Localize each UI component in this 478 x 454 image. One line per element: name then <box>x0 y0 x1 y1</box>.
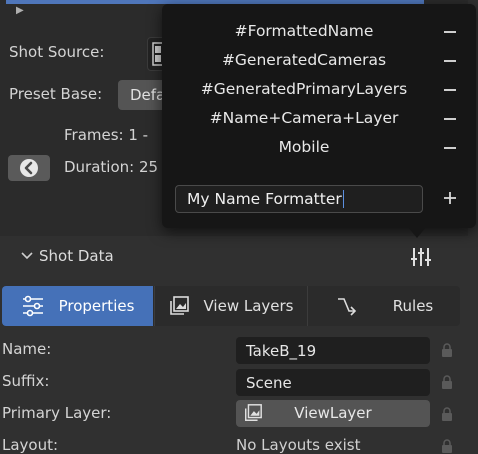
name-value: TakeB_19 <box>246 341 317 360</box>
tab-bar: Properties View Layers Rules <box>2 286 460 326</box>
popup-item-mobile[interactable]: Mobile <box>162 138 446 156</box>
lock-icon[interactable] <box>441 439 453 453</box>
primary-layer-button[interactable]: ViewLayer <box>236 400 430 427</box>
image-stack-icon <box>169 296 189 315</box>
chevron-down-icon <box>21 252 33 260</box>
shot-data-header[interactable]: Shot Data <box>20 247 114 265</box>
back-button[interactable] <box>8 155 50 181</box>
arrow-curve-icon <box>337 298 356 316</box>
popup-item-generated-cameras[interactable]: #GeneratedCameras <box>162 51 446 69</box>
frames-text: Frames: 1 - <box>64 126 149 144</box>
shot-data-title: Shot Data <box>39 247 114 265</box>
tab-view-layers-label: View Layers <box>203 297 294 315</box>
preset-base-value: Defa <box>130 86 166 104</box>
suffix-value: Scene <box>246 373 292 392</box>
lock-icon[interactable] <box>441 343 453 357</box>
popup-pointer <box>407 226 427 238</box>
layout-label: Layout: <box>2 436 59 454</box>
text-cursor <box>342 190 345 208</box>
chevron-left-circle-icon <box>20 159 38 177</box>
remove-icon[interactable] <box>444 118 456 120</box>
shot-source-label: Shot Source: <box>9 43 105 61</box>
popup-item-formatted-name[interactable]: #FormattedName <box>162 22 446 40</box>
preset-base-label: Preset Base: <box>9 85 103 103</box>
preset-name-input[interactable]: My Name Formatter <box>175 185 423 213</box>
preset-name-value: My Name Formatter <box>187 190 342 208</box>
primary-layer-label: Primary Layer: <box>2 404 112 422</box>
tab-rules-label: Rules <box>392 297 434 315</box>
tab-properties[interactable]: Properties <box>2 286 153 326</box>
tab-rules[interactable]: Rules <box>308 286 460 326</box>
remove-icon[interactable] <box>444 147 456 149</box>
name-label: Name: <box>2 340 52 358</box>
lock-icon[interactable] <box>441 407 453 421</box>
popup-item-generated-primary-layers[interactable]: #GeneratedPrimaryLayers <box>162 80 446 98</box>
sliders-icon <box>22 295 43 317</box>
collapse-triangle-icon[interactable]: ▶ <box>16 5 24 16</box>
name-field[interactable]: TakeB_19 <box>236 337 430 364</box>
remove-icon[interactable] <box>444 31 456 33</box>
filter-settings-icon[interactable] <box>409 245 433 269</box>
remove-icon[interactable] <box>444 89 456 91</box>
duration-text: Duration: 25 <box>64 158 159 176</box>
tab-view-layers[interactable]: View Layers <box>155 286 306 326</box>
lock-icon[interactable] <box>441 375 453 389</box>
primary-layer-value: ViewLayer <box>294 404 372 422</box>
tab-properties-label: Properties <box>58 297 135 315</box>
popup-item-name-camera-layer[interactable]: #Name+Camera+Layer <box>162 109 446 127</box>
layout-value: No Layouts exist <box>236 436 361 454</box>
suffix-field[interactable]: Scene <box>236 369 430 396</box>
add-icon[interactable] <box>443 191 457 205</box>
remove-icon[interactable] <box>444 60 456 62</box>
suffix-label: Suffix: <box>2 372 50 390</box>
